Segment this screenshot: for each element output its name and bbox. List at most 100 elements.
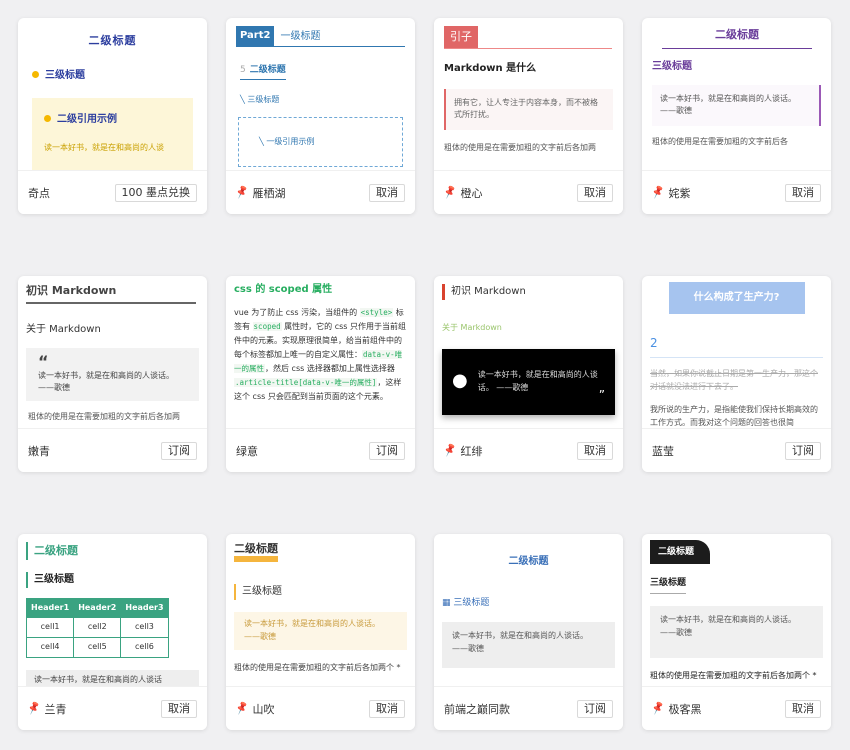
theme-preview[interactable]: 引子 Markdown 是什么 拥有它，让人专注于内容本身，而不被格式所打扰。 … — [434, 18, 623, 170]
preview-h2: 二级标题 — [508, 556, 549, 567]
theme-preview[interactable]: 什么构成了生产力? 2 当然，如果你说截止日期是第一生产力，那这个对话就没法进行… — [642, 276, 831, 428]
pin-icon: 📌 — [234, 701, 250, 716]
theme-card[interactable]: 引子 Markdown 是什么 拥有它，让人专注于内容本身，而不被格式所打扰。 … — [434, 18, 623, 214]
table-header: Header3 — [120, 597, 169, 619]
preview-h3: 三级标题 — [32, 68, 207, 84]
preview-paragraph: vue 为了防止 css 污染，当组件的 <style> 标签有 scoped … — [234, 308, 407, 401]
theme-preview[interactable]: Part2 一级标题 5 二级标题 ╲ 三级标题 ╲ 一级引用示例 — [226, 18, 415, 170]
theme-card[interactable]: 二级标题 三级标题 读一本好书，就是在和高尚的人谈话。 ——歌德 粗体的使用是在… — [642, 534, 831, 730]
preview-table: Header1 Header2 Header3 cell1 cell2 cell… — [25, 597, 169, 658]
preview-quote-box: 读一本好书，就是在和高尚的人谈话。 ——歌德 — [650, 605, 823, 658]
theme-preview[interactable]: 初识 Markdown 关于 Markdown “ 读一本好书，就是在和高尚的人… — [18, 276, 207, 428]
preview-h1: 初识 Markdown — [442, 284, 623, 300]
preview-h3: 三级标题 — [652, 60, 692, 72]
preview-h2: css 的 scoped 属性 — [234, 284, 333, 295]
preview-quote-box: 拥有它，让人专注于内容本身，而不被格式所打扰。 — [444, 88, 613, 131]
theme-card[interactable]: 二级标题 三级标题 二级引用示例 读一本好书，就是在和高尚的人谈 奇点 100 … — [18, 18, 207, 214]
preview-quote-box: “ 读一本好书，就是在和高尚的人谈话。 ——歌德 — [26, 347, 199, 402]
theme-preview[interactable]: 二级标题 三级标题 Header1 Header2 Header3 cell1 … — [18, 534, 207, 686]
theme-name: 奇点 — [28, 186, 50, 200]
theme-name: 📌 山吹 — [234, 701, 275, 716]
preview-paragraph: 粗体的使用是在需要加粗的文字前后各加两个 * — [234, 662, 401, 672]
preview-quote-box: 二级引用示例 读一本好书，就是在和高尚的人谈 — [32, 97, 193, 170]
bullet-dot-icon — [44, 114, 51, 122]
theme-name: 📌 极客黑 — [650, 701, 702, 716]
preview-h2: 2 — [650, 334, 823, 359]
preview-h3: 三级标题 — [234, 584, 415, 600]
card-footer: 📌 山吹 取消 — [226, 686, 415, 730]
theme-name: 前端之巅同款 — [444, 702, 510, 716]
card-footer: 📌 雁栖湖 取消 — [226, 170, 415, 214]
cancel-button[interactable]: 取消 — [369, 183, 405, 202]
theme-card[interactable]: 什么构成了生产力? 2 当然，如果你说截止日期是第一生产力，那这个对话就没法进行… — [642, 276, 831, 472]
preview-paragraph: 粗体的使用是在需要加粗的文字前后各加两个 * — [650, 670, 817, 680]
subscribe-button[interactable]: 订阅 — [785, 441, 821, 460]
theme-preview[interactable]: 二级标题 三级标题 读一本好书，就是在和高尚的人谈话。 ——歌德 粗体的使用是在… — [642, 18, 831, 170]
theme-name: 📌 橙心 — [442, 185, 483, 200]
theme-card[interactable]: 二级标题 三级标题 读一本好书，就是在和高尚的人谈话。 ——歌德 粗体的使用是在… — [642, 18, 831, 214]
cancel-button[interactable]: 取消 — [369, 699, 405, 718]
card-footer: 前端之巅同款 订阅 — [434, 686, 623, 730]
theme-card[interactable]: 初识 Markdown 关于 Markdown ● 读一本好书，就是在和高尚的人… — [434, 276, 623, 472]
preview-quote-box: ● 读一本好书，就是在和高尚的人谈话。 ——歌德 ” — [442, 348, 615, 415]
theme-preview[interactable]: 初识 Markdown 关于 Markdown ● 读一本好书，就是在和高尚的人… — [434, 276, 623, 428]
theme-card[interactable]: 二级标题 三级标题 Header1 Header2 Header3 cell1 … — [18, 534, 207, 730]
theme-name: 嫩青 — [28, 444, 50, 458]
preview-h2: 二级标题 — [662, 26, 812, 49]
preview-paragraph: 粗体的使用是在需要加粗的文字前后各加两 — [28, 412, 180, 422]
theme-preview[interactable]: 二级标题 三级标题 读一本好书，就是在和高尚的人谈话。 ——歌德 粗体的使用是在… — [642, 534, 831, 686]
preview-paragraph: 粗体的使用是在需要加粗的文字前后各 — [652, 137, 788, 147]
cancel-button[interactable]: 取消 — [577, 441, 613, 460]
subscribe-button[interactable]: 订阅 — [161, 441, 197, 460]
preview-h2: 关于 Markdown — [26, 323, 101, 335]
card-footer: 奇点 100 墨点兑换 — [18, 170, 207, 214]
theme-preview[interactable]: 二级标题 ▦ 三级标题 读一本好书，就是在和高尚的人谈话。 ——歌德 — [434, 534, 623, 686]
preview-h2: 二级标题 — [234, 542, 278, 562]
theme-card[interactable]: 二级标题 ▦ 三级标题 读一本好书，就是在和高尚的人谈话。 ——歌德 前端之巅同… — [434, 534, 623, 730]
preview-paragraph: 粗体的使用是在需要加粗的文字前后各加两 — [444, 143, 596, 153]
preview-quote-box: 读一本好书，就是在和高尚的人谈话。 ——歌德 — [442, 622, 615, 669]
theme-name: 📌 姹紫 — [650, 185, 691, 200]
redeem-button[interactable]: 100 墨点兑换 — [114, 183, 197, 202]
card-footer: 📌 兰青 取消 — [18, 686, 207, 730]
theme-preview[interactable]: 二级标题 三级标题 二级引用示例 读一本好书，就是在和高尚的人谈 — [18, 18, 207, 170]
preview-h3: 三级标题 — [650, 576, 687, 594]
pin-icon: 📌 — [442, 185, 458, 200]
preview-quote-box: ╲ 一级引用示例 — [238, 117, 403, 168]
subscribe-button[interactable]: 订阅 — [369, 441, 405, 460]
cancel-button[interactable]: 取消 — [785, 183, 821, 202]
preview-quote-box: 读一本好书，就是在和高尚的人谈话。 ——歌德 — [234, 612, 407, 650]
theme-card[interactable]: 二级标题 三级标题 读一本好书，就是在和高尚的人谈话。 ——歌德 粗体的使用是在… — [226, 534, 415, 730]
pin-icon: 📌 — [650, 701, 666, 716]
theme-preview[interactable]: 二级标题 三级标题 读一本好书，就是在和高尚的人谈话。 ——歌德 粗体的使用是在… — [226, 534, 415, 686]
theme-preview[interactable]: css 的 scoped 属性 vue 为了防止 css 污染，当组件的 <st… — [226, 276, 415, 428]
theme-name: 📌 兰青 — [26, 701, 67, 716]
quote-mark-icon: “ — [38, 351, 49, 371]
cancel-button[interactable]: 取消 — [577, 183, 613, 202]
theme-card[interactable]: Part2 一级标题 5 二级标题 ╲ 三级标题 ╲ 一级引用示例 📌 雁栖湖 取消 — [226, 18, 415, 214]
theme-name: 📌 雁栖湖 — [234, 185, 286, 200]
preview-h2: 二级标题 — [650, 540, 710, 565]
theme-card[interactable]: css 的 scoped 属性 vue 为了防止 css 污染，当组件的 <st… — [226, 276, 415, 472]
preview-paragraph: 我所说的生产力，是指能使我们保持长期高效的工作方式。而我对这个问题的回答也很简 — [650, 404, 818, 427]
preview-quote-box: 读一本好书，就是在和高尚的人谈话。 ——歌德 — [652, 84, 821, 127]
cancel-button[interactable]: 取消 — [161, 699, 197, 718]
card-footer: 📌 橙心 取消 — [434, 170, 623, 214]
subscribe-button[interactable]: 订阅 — [577, 699, 613, 718]
preview-tag: 引子 — [444, 26, 612, 49]
preview-h2: 二级标题 — [88, 34, 137, 47]
table-row: cell4 cell5 cell6 — [25, 637, 169, 658]
preview-h2: Markdown 是什么 — [444, 62, 537, 74]
theme-card[interactable]: 初识 Markdown 关于 Markdown “ 读一本好书，就是在和高尚的人… — [18, 276, 207, 472]
card-footer: 📌 红绯 取消 — [434, 428, 623, 472]
table-header: Header1 — [25, 597, 75, 619]
pin-icon: 📌 — [650, 185, 666, 200]
preview-h2: 5 二级标题 — [240, 63, 286, 81]
apple-logo-icon: ● — [452, 370, 468, 392]
preview-strikethrough: 当然，如果你说截止日期是第一生产力，那这个对话就没法进行下去了。 — [650, 369, 818, 391]
preview-h3: 关于 Markdown — [442, 323, 502, 332]
cancel-button[interactable]: 取消 — [785, 699, 821, 718]
table-header: Header2 — [73, 597, 122, 619]
theme-name: 绿意 — [236, 444, 258, 458]
card-footer: 📌 极客黑 取消 — [642, 686, 831, 730]
